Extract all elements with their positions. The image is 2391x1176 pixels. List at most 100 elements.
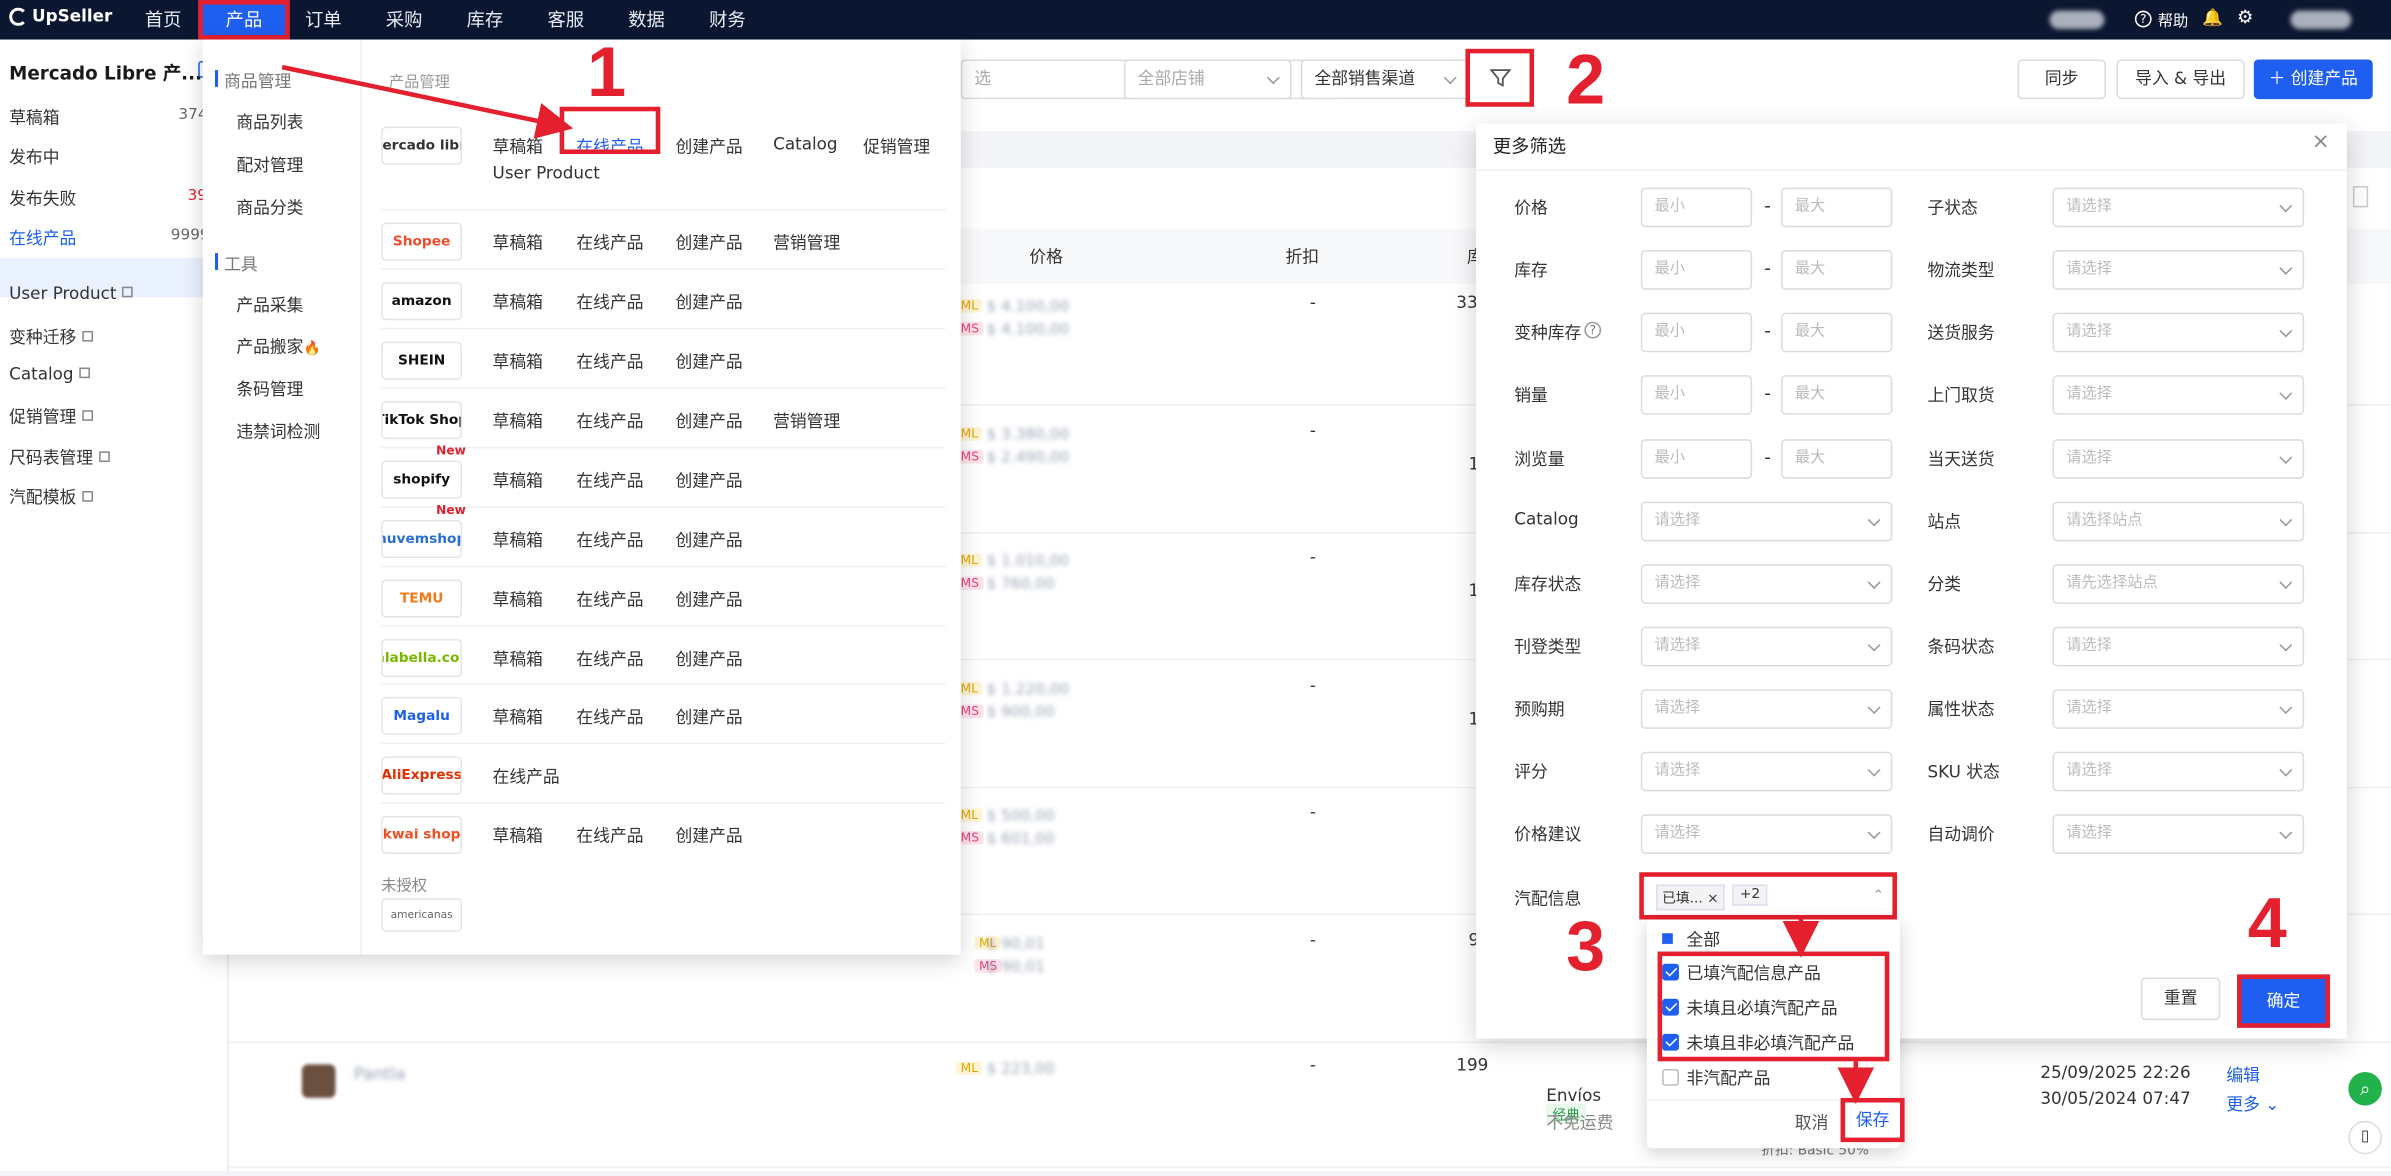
sidebar-item-failed[interactable]: 发布失败: [9, 186, 76, 210]
platform-link[interactable]: 在线产品: [576, 823, 643, 847]
platform-link[interactable]: 在线产品: [576, 528, 643, 552]
platform-link[interactable]: 创建产品: [676, 823, 743, 847]
platform-link[interactable]: 在线产品: [576, 587, 643, 611]
platform-link[interactable]: 创建产品: [676, 647, 743, 671]
platform-logo[interactable]: kwai shop: [381, 815, 463, 854]
menu-item-product-list[interactable]: 商品列表: [236, 110, 303, 134]
platform-link[interactable]: 草稿箱: [493, 409, 543, 433]
filter-select[interactable]: 请选择: [2052, 751, 2305, 792]
nav-purchase[interactable]: 采购: [386, 6, 423, 32]
sidebar-link-promotion[interactable]: 促销管理: [9, 404, 94, 428]
menu-item-category[interactable]: 商品分类: [236, 195, 303, 219]
max-input[interactable]: 最大: [1781, 187, 1893, 228]
gear-icon[interactable]: ⚙: [2237, 6, 2253, 27]
platform-logo[interactable]: TikTok Shop: [381, 401, 463, 440]
min-input[interactable]: 最小: [1640, 187, 1753, 228]
nav-products[interactable]: 产品: [198, 0, 290, 40]
platform-link[interactable]: 在线产品: [576, 647, 643, 671]
min-input[interactable]: 最小: [1640, 375, 1753, 415]
nav-finance[interactable]: 财务: [709, 6, 746, 32]
filter-select[interactable]: 请选择: [1640, 751, 1893, 792]
filter-select[interactable]: 请选择: [2052, 250, 2305, 290]
max-input[interactable]: 最大: [1781, 375, 1893, 415]
filter-select[interactable]: 请选择: [1640, 814, 1893, 854]
platform-link[interactable]: 创建产品: [676, 230, 743, 254]
filter-select[interactable]: 请选择: [2052, 439, 2305, 479]
platform-link[interactable]: 在线产品: [576, 290, 643, 314]
sidebar-link-variant-migration[interactable]: 变种迁移: [9, 325, 94, 349]
sync-button[interactable]: 同步: [2017, 59, 2106, 100]
platform-link[interactable]: Catalog: [773, 134, 837, 154]
save-button[interactable]: 保存: [1840, 1097, 1905, 1143]
sidebar-link-user-product[interactable]: User Product: [9, 284, 134, 303]
import-export-button[interactable]: 导入 & 导出: [2116, 59, 2245, 100]
app-logo[interactable]: UpSeller: [9, 6, 112, 26]
platform-link[interactable]: 草稿箱: [493, 705, 543, 729]
menu-item-forbidden-words[interactable]: 违禁词检测: [236, 419, 320, 443]
platform-link[interactable]: 创建产品: [676, 705, 743, 729]
option-all[interactable]: 全部: [1662, 927, 1720, 951]
platform-link[interactable]: 创建产品: [676, 134, 743, 158]
platform-link[interactable]: 营销管理: [773, 230, 840, 254]
nav-home[interactable]: 首页: [145, 6, 182, 32]
platform-link[interactable]: 草稿箱: [493, 290, 543, 314]
platform-link[interactable]: 在线产品: [576, 468, 643, 492]
sidebar-item-drafts[interactable]: 草稿箱: [9, 105, 59, 129]
platform-link[interactable]: 草稿箱: [493, 647, 543, 671]
americanas-logo[interactable]: americanas: [381, 898, 463, 932]
shop-select[interactable]: 全部店铺: [1123, 59, 1292, 100]
chip-close-icon[interactable]: ×: [1707, 892, 1719, 907]
sidebar-link-size-chart[interactable]: 尺码表管理: [9, 445, 110, 469]
checkbox[interactable]: [1662, 1068, 1679, 1086]
platform-link[interactable]: 在线产品: [576, 230, 643, 254]
dropdown-option[interactable]: 非汽配产品: [1662, 1066, 1770, 1090]
platform-link[interactable]: 草稿箱: [493, 823, 543, 847]
platform-link[interactable]: 草稿箱: [493, 587, 543, 611]
search-icon[interactable]: ⌕: [2348, 1072, 2382, 1106]
channel-select[interactable]: 全部销售渠道: [1300, 59, 1469, 100]
nav-data[interactable]: 数据: [628, 6, 665, 32]
sidebar-link-catalog[interactable]: Catalog: [9, 364, 91, 384]
filter-select[interactable]: 请选择: [2052, 814, 2305, 854]
platform-link[interactable]: 创建产品: [676, 587, 743, 611]
filter-select[interactable]: 请选择站点: [2052, 501, 2305, 542]
create-product-button[interactable]: ＋ 创建产品: [2253, 59, 2373, 100]
sidebar-item-online[interactable]: 在线产品: [9, 226, 76, 250]
product-thumbnail[interactable]: [301, 1064, 336, 1098]
cancel-button[interactable]: 取消: [1795, 1110, 1829, 1134]
help-icon[interactable]: ?: [1584, 321, 1602, 339]
menu-item-pairing[interactable]: 配对管理: [236, 152, 303, 176]
filter-select[interactable]: 请先选择站点: [2052, 564, 2305, 604]
menu-item-barcode[interactable]: 条码管理: [236, 377, 303, 401]
column-settings-icon[interactable]: [2352, 186, 2369, 208]
platform-logo[interactable]: Magalu: [381, 696, 463, 736]
phone-icon[interactable]: ▯: [2348, 1120, 2382, 1155]
platform-logo[interactable]: falabella.com: [381, 638, 463, 678]
platform-link[interactable]: 草稿箱: [493, 528, 543, 552]
reset-button[interactable]: 重置: [2140, 977, 2221, 1021]
min-input[interactable]: 最小: [1640, 250, 1753, 290]
platform-logo[interactable]: shopify: [381, 460, 463, 499]
platform-link[interactable]: 在线产品: [576, 349, 643, 373]
platform-logo[interactable]: SHEIN: [381, 341, 463, 380]
platform-link[interactable]: 创建产品: [676, 528, 743, 552]
platform-link[interactable]: 创建产品: [676, 409, 743, 433]
platform-link[interactable]: 创建产品: [676, 349, 743, 373]
platform-link[interactable]: User Product: [493, 163, 600, 183]
min-input[interactable]: 最小: [1640, 439, 1753, 479]
nav-inventory[interactable]: 库存: [467, 6, 504, 32]
platform-link[interactable]: 草稿箱: [493, 134, 543, 158]
nav-service[interactable]: 客服: [547, 6, 584, 32]
platform-link[interactable]: 在线产品: [576, 705, 643, 729]
platform-link[interactable]: 营销管理: [773, 409, 840, 433]
platform-link[interactable]: 创建产品: [676, 468, 743, 492]
close-icon[interactable]: ×: [2312, 130, 2330, 154]
platform-link[interactable]: 促销管理: [863, 134, 930, 158]
blurred-user[interactable]: [2290, 10, 2352, 29]
autoparts-select[interactable]: 已填... × +2 ⌃: [1639, 872, 1897, 920]
product-name[interactable]: Pantla: [354, 1064, 406, 1084]
menu-item-collect[interactable]: 产品采集: [236, 293, 303, 317]
filter-select[interactable]: 请选择: [2052, 689, 2305, 729]
platform-logo[interactable]: nuvemshop: [381, 519, 463, 559]
max-input[interactable]: 最大: [1781, 312, 1893, 353]
